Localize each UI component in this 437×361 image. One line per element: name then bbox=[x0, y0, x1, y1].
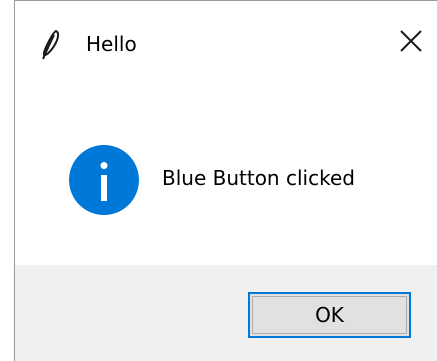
close-icon bbox=[399, 29, 423, 57]
close-button[interactable] bbox=[394, 26, 428, 60]
feather-icon bbox=[36, 29, 62, 61]
info-icon bbox=[68, 144, 140, 216]
window-title: Hello bbox=[86, 32, 137, 56]
title-bar[interactable] bbox=[15, 1, 437, 89]
ok-button[interactable]: OK bbox=[248, 292, 411, 338]
message-text: Blue Button clicked bbox=[162, 166, 355, 190]
message-dialog: Hello Blue Button clicked OK bbox=[0, 0, 437, 361]
ok-button-label: OK bbox=[315, 303, 344, 327]
